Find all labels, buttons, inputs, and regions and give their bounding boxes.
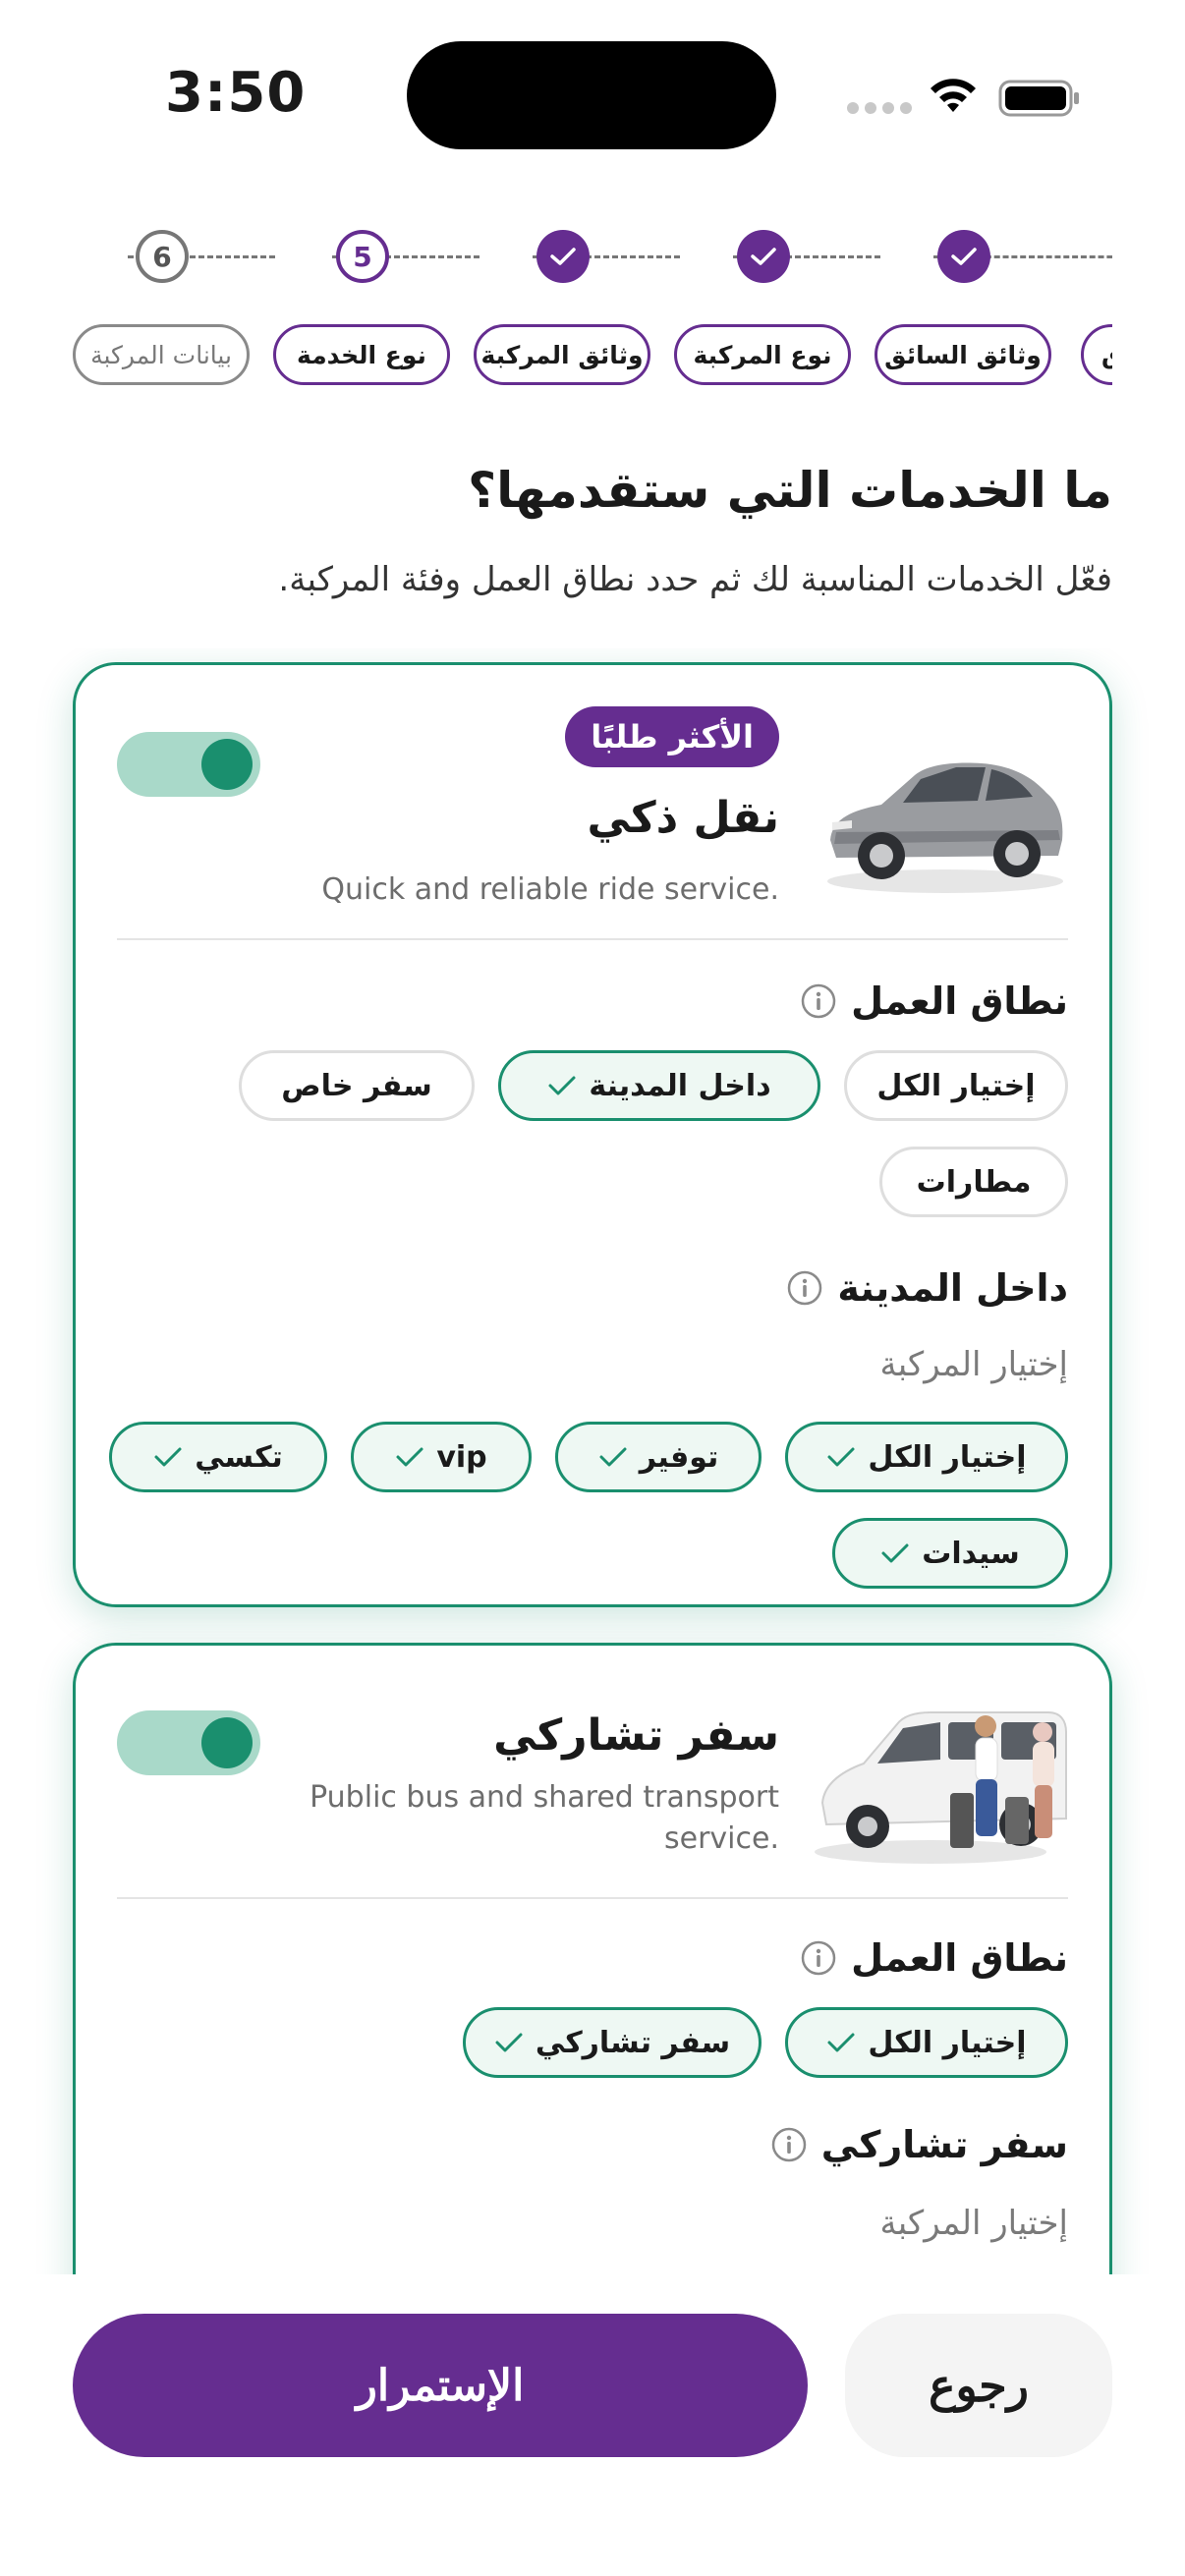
check-icon	[550, 248, 576, 265]
chip-label: vip	[436, 1439, 487, 1475]
continue-button[interactable]: الإستمرار	[73, 2314, 808, 2457]
chip-label: مطارات	[916, 1164, 1032, 1200]
scope-chip-shared-travel[interactable]: سفر تشاركي	[463, 2007, 762, 2078]
scope-chip-select-all[interactable]: إختيار الكل	[785, 2007, 1068, 2078]
work-scope-label: نطاق العمل	[800, 980, 1068, 1023]
step-chip-partial[interactable]: ق	[1081, 324, 1112, 385]
check-icon	[827, 1447, 855, 1467]
chip-label: تكسي	[195, 1439, 283, 1475]
check-icon	[154, 1447, 182, 1467]
step-chip-vehicle-type[interactable]: نوع المركبة	[674, 324, 851, 385]
step-3-completed	[737, 230, 790, 283]
card-divider	[117, 1897, 1068, 1899]
info-icon[interactable]	[770, 2126, 808, 2163]
card-divider	[117, 938, 1068, 940]
page-subtitle: فعّل الخدمات المناسبة لك ثم حدد نطاق الع…	[278, 560, 1112, 599]
vehicle-chip-select-all[interactable]: إختيار الكل	[785, 1422, 1068, 1492]
inside-city-text: داخل المدينة	[837, 1266, 1068, 1310]
info-icon[interactable]	[786, 1269, 823, 1307]
inside-city-section-label: داخل المدينة	[786, 1266, 1068, 1310]
chip-label: إختيار الكل	[868, 1439, 1027, 1475]
info-icon[interactable]	[800, 1939, 837, 1977]
service-enable-toggle[interactable]	[117, 1710, 260, 1775]
service-title: سفر تشاركي	[493, 1710, 779, 1761]
check-icon	[548, 1076, 576, 1095]
check-icon	[751, 248, 776, 265]
scope-chip-inside-city[interactable]: داخل المدينة	[498, 1050, 820, 1121]
choose-vehicle-label: إختيار المركبة	[879, 1345, 1068, 1384]
check-icon	[396, 1447, 423, 1467]
work-scope-text: نطاق العمل	[851, 980, 1068, 1023]
step-6-circle: 6	[136, 230, 189, 283]
step-labels: بيانات المركبة نوع الخدمة وثائق المركبة …	[73, 324, 1112, 393]
step-chip-service-type[interactable]: نوع الخدمة	[273, 324, 450, 385]
work-scope-text: نطاق العمل	[851, 1936, 1068, 1980]
battery-icon	[998, 80, 1079, 117]
most-requested-badge: الأكثر طلبًا	[565, 706, 779, 767]
chip-label: داخل المدينة	[589, 1068, 771, 1103]
chip-label: توفير	[639, 1439, 719, 1475]
shared-travel-section-label: سفر تشاركي	[770, 2123, 1068, 2166]
status-time: 3:50	[165, 61, 307, 125]
check-icon	[881, 1543, 909, 1563]
check-icon	[495, 2033, 523, 2052]
step-2-completed	[937, 230, 990, 283]
chip-label: سفر خاص	[281, 1068, 432, 1103]
service-title: نقل ذكي	[587, 793, 779, 843]
scope-chip-select-all[interactable]: إختيار الكل	[844, 1050, 1068, 1121]
chip-label: إختيار الكل	[876, 1068, 1036, 1103]
service-enable-toggle[interactable]	[117, 732, 260, 797]
wifi-icon	[931, 79, 976, 112]
vehicle-chip-economy[interactable]: توفير	[555, 1422, 762, 1492]
vehicle-chip-vip[interactable]: vip	[351, 1422, 532, 1492]
check-icon	[827, 2033, 855, 2052]
toggle-knob	[201, 739, 253, 790]
check-icon	[951, 248, 977, 265]
scope-chip-private-travel[interactable]: سفر خاص	[239, 1050, 475, 1121]
chip-label: سفر تشاركي	[535, 2025, 731, 2060]
service-card-smart-ride: الأكثر طلبًا نقل ذكي Quick and reliable …	[73, 662, 1112, 1607]
van-with-travelers-image	[815, 1711, 1067, 1864]
choose-vehicle-label: إختيار المركبة	[879, 2204, 1068, 2243]
bottom-action-bar: الإستمرار رجوع	[0, 2274, 1185, 2576]
shared-travel-text: سفر تشاركي	[820, 2123, 1068, 2166]
step-4-completed	[536, 230, 590, 283]
progress-stepper: 6 5	[73, 224, 1112, 332]
back-button[interactable]: رجوع	[845, 2314, 1112, 2457]
step-chip-vehicle-documents[interactable]: وثائق المركبة	[474, 324, 650, 385]
dynamic-island	[407, 41, 776, 149]
services-list: الأكثر طلبًا نقل ذكي Quick and reliable …	[0, 648, 1185, 2274]
step-5-circle: 5	[336, 230, 389, 283]
chip-label: إختيار الكل	[868, 2025, 1027, 2060]
info-icon[interactable]	[800, 982, 837, 1020]
step-chip-vehicle-data[interactable]: بيانات المركبة	[73, 324, 250, 385]
page-title: ما الخدمات التي ستقدمها؟	[468, 462, 1112, 519]
service-description: Public bus and shared transport service.	[310, 1780, 779, 1856]
service-description: Quick and reliable ride service.	[321, 872, 779, 907]
sedan-car-image	[827, 762, 1063, 893]
service-card-shared-travel: سفر تشاركي Public bus and shared transpo…	[73, 1643, 1112, 2274]
check-icon	[599, 1447, 627, 1467]
scope-chip-airports[interactable]: مطارات	[879, 1147, 1068, 1217]
step-chip-driver-documents[interactable]: وثائق السائق	[875, 324, 1051, 385]
vehicle-chip-women[interactable]: سيدات	[832, 1518, 1068, 1589]
status-bar: 3:50	[0, 0, 1185, 187]
vehicle-chip-taxi[interactable]: تكسي	[109, 1422, 327, 1492]
work-scope-label: نطاق العمل	[800, 1936, 1068, 1980]
chip-label: سيدات	[922, 1536, 1020, 1571]
cellular-signal-icon	[847, 102, 912, 114]
toggle-knob	[201, 1717, 253, 1768]
